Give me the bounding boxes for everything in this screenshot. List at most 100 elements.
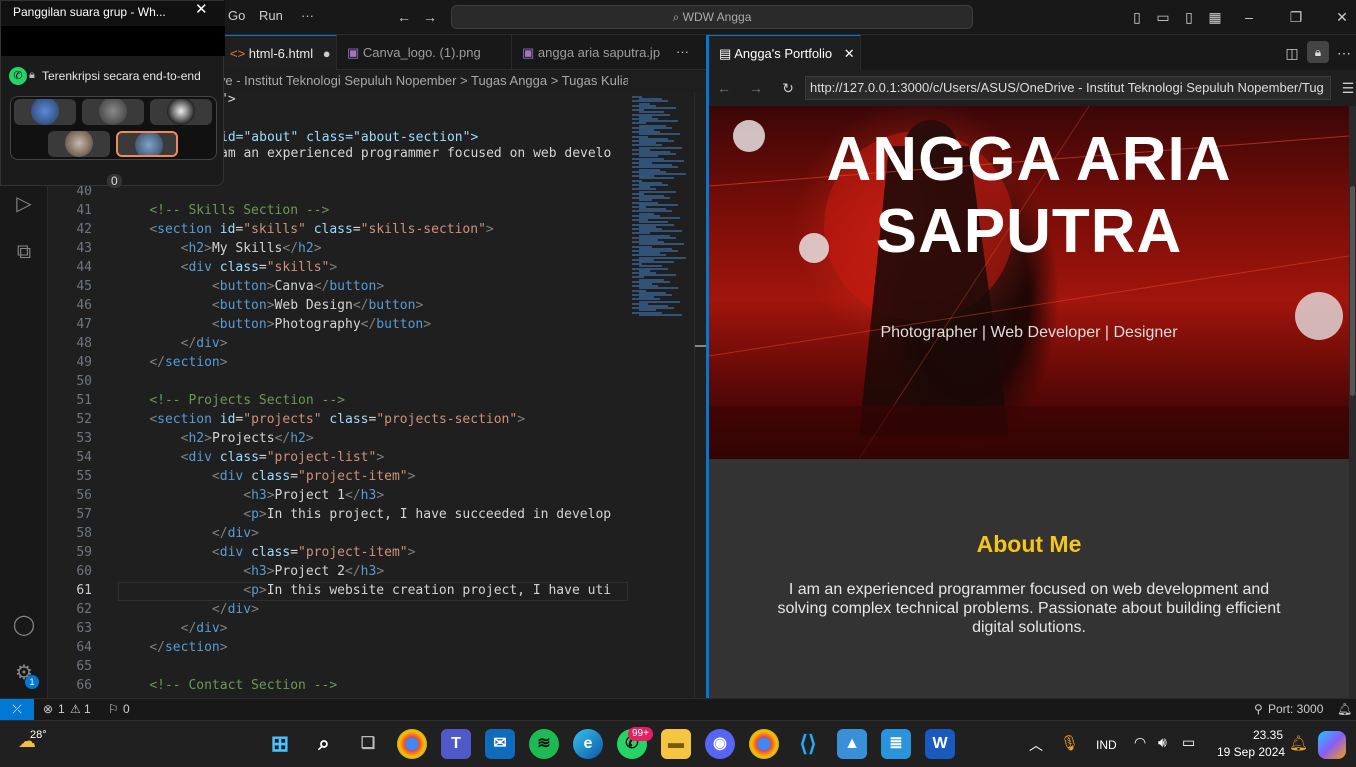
participant-avatar-speaking[interactable]: [116, 131, 178, 157]
tab-more-actions[interactable]: ···: [676, 44, 689, 59]
discord-icon[interactable]: ◉: [705, 729, 735, 759]
notification-bell-icon[interactable]: 🔔︎: [1289, 734, 1308, 752]
photos-icon[interactable]: ▲: [837, 729, 867, 759]
browser-tab-icon: ▤: [719, 46, 735, 61]
split-editor-icon[interactable]: ◫: [1283, 44, 1301, 62]
call-title-bar: Panggilan suara grup - Wh... ✕: [1, 1, 225, 26]
warning-count[interactable]: 1: [84, 699, 91, 719]
word-icon[interactable]: W: [925, 729, 955, 759]
clock-date[interactable]: 19 Sep 2024: [1217, 745, 1285, 759]
command-center-search[interactable]: ⌕ WDW Angga: [451, 5, 973, 29]
tab-canva-logo[interactable]: ▣ Canva_logo. (1).png: [337, 35, 512, 70]
minimap[interactable]: [628, 92, 694, 698]
notifications-icon[interactable]: 🔔︎: [1337, 699, 1352, 719]
chrome-profile-icon[interactable]: [749, 729, 779, 759]
back-arrow-icon[interactable]: ←: [715, 79, 733, 97]
code-line-partial: id="about" class="about-section">: [220, 130, 479, 145]
toggle-panel-icon[interactable]: ▭: [1154, 8, 1172, 26]
teams-icon[interactable]: T: [441, 729, 471, 759]
menu-run[interactable]: Run: [259, 8, 283, 23]
scroll-thumb[interactable]: [1350, 186, 1355, 396]
minimize-icon[interactable]: –: [1240, 8, 1258, 26]
account-icon[interactable]: ◯: [12, 613, 36, 637]
editor-scrollbar[interactable]: [694, 92, 706, 698]
participant-avatar[interactable]: [150, 99, 212, 125]
about-section: About Me I am an experienced programmer …: [709, 459, 1349, 698]
menu-more[interactable]: ···: [301, 8, 314, 23]
show-hidden-icons-chevron-icon[interactable]: ︿: [1029, 735, 1043, 755]
input-language[interactable]: IND: [1096, 738, 1117, 752]
minimap-line: [639, 177, 674, 180]
scroll-thumb[interactable]: [695, 345, 706, 347]
error-icon[interactable]: ⊗: [43, 699, 53, 719]
notepad-icon[interactable]: ≣: [881, 729, 911, 759]
weather-temp[interactable]: 28°: [30, 729, 47, 741]
live-server-port[interactable]: Port: 3000: [1268, 699, 1323, 719]
restore-icon[interactable]: ❐: [1287, 8, 1305, 26]
toggle-sidebar-icon[interactable]: ▯: [1128, 8, 1146, 26]
line-number: 52: [76, 412, 92, 427]
line-number: 59: [76, 545, 92, 560]
menu-go[interactable]: Go: [228, 8, 245, 23]
more-actions-icon[interactable]: ⋯: [1335, 44, 1353, 62]
hero-subtitle: Photographer | Web Developer | Designer: [880, 324, 1178, 341]
participant-avatar[interactable]: [82, 99, 144, 125]
task-view-icon[interactable]: ❏: [353, 729, 383, 759]
battery-icon[interactable]: ▭: [1182, 734, 1195, 751]
lock-icon: 🔒︎: [29, 69, 35, 81]
participant-avatar[interactable]: [14, 99, 76, 125]
close-tab-icon[interactable]: ✕: [844, 46, 855, 61]
search-icon[interactable]: ⌕: [309, 729, 339, 759]
wifi-icon[interactable]: ◠: [1134, 734, 1146, 751]
status-bar: ⤫ ⊗ 1 ⚠ 1 ⚐ 0 ⚲ Port: 3000 🔔︎: [0, 698, 1356, 720]
port-icon[interactable]: ⚲: [1254, 699, 1263, 719]
line-number: 46: [76, 298, 92, 313]
tab-label: Canva_logo. (1).png: [362, 45, 481, 60]
copilot-icon[interactable]: [1318, 731, 1346, 759]
windows-taskbar: ☁ 28° ⊞ ⌕ ❏ T ✉ ≋ e ✆ 99+ ▬ ◉ ⟨⟩ ▲ ≣ W ︿…: [0, 720, 1356, 767]
mail-icon[interactable]: ✉: [485, 729, 515, 759]
volume-icon[interactable]: 🔊︎: [1158, 734, 1167, 751]
start-windows-icon[interactable]: ⊞: [265, 729, 295, 759]
extensions-icon[interactable]: ⧉: [12, 240, 36, 264]
back-arrow-icon[interactable]: ←: [395, 8, 413, 26]
line-number: 44: [76, 260, 92, 275]
unsaved-dot-icon[interactable]: ●: [323, 46, 331, 61]
spotify-icon[interactable]: ≋: [529, 729, 559, 759]
hero-title: ANGGA ARIA SAPUTRA: [826, 125, 1232, 266]
lock-icon[interactable]: 🔒︎: [1307, 41, 1329, 63]
file-explorer-icon[interactable]: ▬: [661, 729, 691, 759]
url-input[interactable]: http://127.0.0.1:3000/c/Users/ASUS/OneDr…: [805, 76, 1331, 100]
edge-icon[interactable]: e: [573, 729, 603, 759]
error-count[interactable]: 1: [58, 699, 65, 719]
participant-avatar[interactable]: [48, 131, 110, 157]
customize-layout-icon[interactable]: ▦: [1206, 8, 1224, 26]
warning-icon[interactable]: ⚠: [70, 699, 81, 719]
line-number: 41: [76, 203, 92, 218]
remote-indicator-icon[interactable]: ⤫: [0, 699, 34, 720]
clock-time[interactable]: 23.35: [1253, 728, 1283, 742]
run-debug-icon[interactable]: ▷: [12, 192, 36, 216]
line-number: 63: [76, 621, 92, 636]
chrome-icon[interactable]: [397, 729, 427, 759]
ports-icon[interactable]: ⚐: [108, 699, 119, 719]
toggle-secondary-sidebar-icon[interactable]: ▯: [1180, 8, 1198, 26]
ports-count[interactable]: 0: [123, 699, 130, 719]
vscode-icon[interactable]: ⟨⟩: [793, 729, 823, 759]
browser-scrollbar[interactable]: [1349, 106, 1356, 698]
call-video-area: [1, 26, 225, 56]
code-line: <!-- Contact Section -->: [149, 678, 338, 693]
reload-icon[interactable]: ↻: [779, 79, 797, 97]
tab-portfolio[interactable]: ▤ Angga's Portfolio ✕: [709, 35, 861, 70]
microphone-icon[interactable]: 🎙︎: [1060, 734, 1079, 752]
tab-html-6[interactable]: <> html-6.html ●: [220, 35, 337, 70]
code-line: </section>: [149, 640, 228, 655]
tab-label: html-6.html: [248, 46, 314, 61]
forward-arrow-icon[interactable]: →: [747, 79, 765, 97]
tab-angga-photo[interactable]: ▣ angga aria saputra.jp: [512, 35, 682, 70]
line-number: 65: [76, 659, 92, 674]
close-window-icon[interactable]: ✕: [1333, 8, 1351, 26]
menu-icon[interactable]: ☰: [1339, 79, 1356, 97]
close-icon[interactable]: ✕: [195, 1, 208, 19]
forward-arrow-icon[interactable]: →: [421, 8, 439, 26]
